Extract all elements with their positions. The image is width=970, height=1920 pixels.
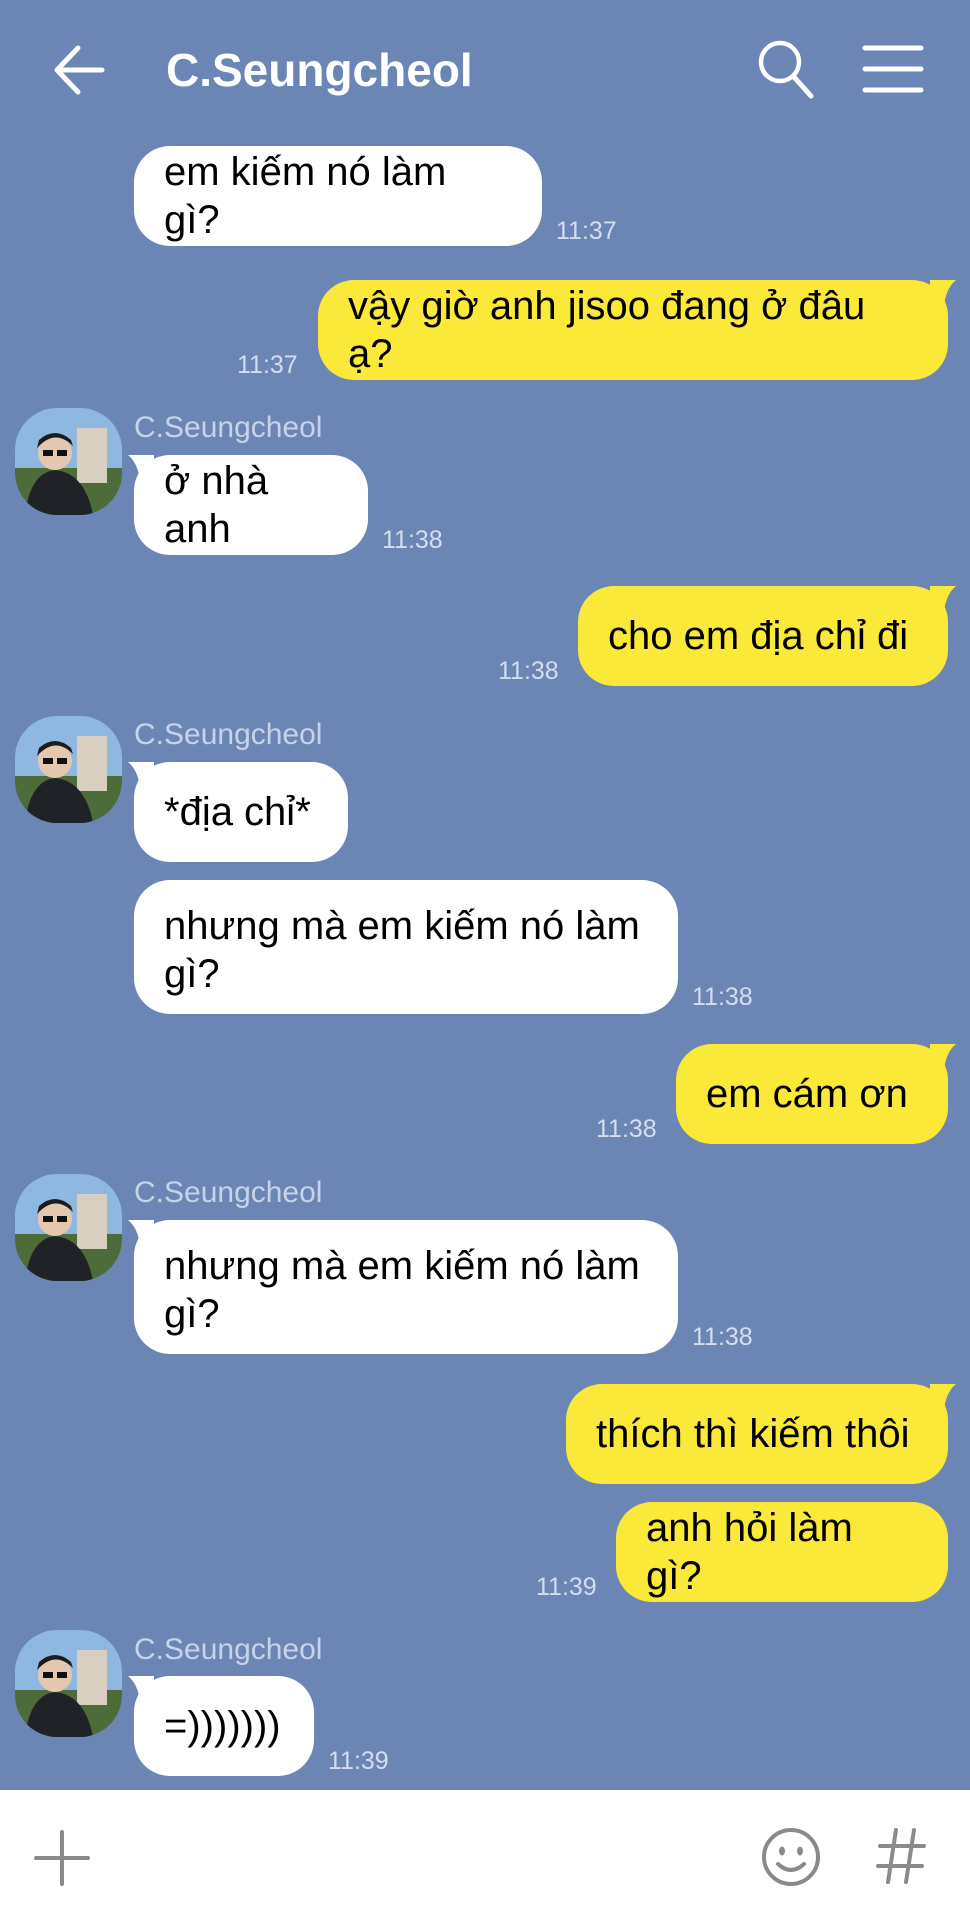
bubble-tail (930, 586, 956, 612)
message-bubble[interactable]: em cám ơn (676, 1044, 948, 1144)
message-time: 11:38 (498, 657, 559, 685)
message-bubble[interactable]: =))))))) (134, 1676, 314, 1776)
avatar[interactable] (15, 1630, 122, 1737)
avatar[interactable] (15, 1174, 122, 1281)
chat-title: C.Seungcheol (166, 44, 473, 96)
message-bubble[interactable]: ở nhà anh (134, 455, 368, 555)
message-bubble[interactable]: em kiếm nó làm gì? (134, 146, 542, 246)
hashtag-button[interactable] (876, 1826, 926, 1886)
bubble-tail (128, 762, 154, 788)
avatar[interactable] (15, 408, 122, 515)
message-bubble[interactable]: *địa chỉ* (134, 762, 348, 862)
search-icon (758, 40, 814, 99)
message-bubble[interactable]: cho em địa chỉ đi (578, 586, 948, 686)
bubble-tail (930, 1044, 956, 1070)
message-time: 11:38 (692, 983, 753, 1011)
message-bubble[interactable]: nhưng mà em kiếm nó làm gì? (134, 880, 678, 1014)
hamburger-menu-icon (862, 45, 924, 93)
bubble-tail (930, 1384, 956, 1410)
message-bubble[interactable]: thích thì kiếm thôi (566, 1384, 948, 1484)
avatar[interactable] (15, 716, 122, 823)
bubble-tail (128, 1220, 154, 1246)
emoji-button[interactable] (760, 1826, 822, 1888)
message-time: 11:38 (596, 1115, 657, 1143)
arrow-left-icon (54, 45, 105, 95)
emoji-icon (762, 1828, 820, 1886)
message-time: 11:39 (328, 1747, 389, 1775)
sender-name: C.Seungcheol (134, 718, 323, 751)
message-time: 11:37 (237, 351, 298, 379)
sender-name: C.Seungcheol (134, 411, 323, 444)
message-input-bar (0, 1790, 970, 1920)
hashtag-icon (876, 1828, 926, 1884)
message-time: 11:37 (556, 217, 617, 245)
sender-name: C.Seungcheol (134, 1633, 323, 1666)
bubble-tail (128, 1676, 154, 1702)
plus-icon (34, 1830, 90, 1886)
bubble-tail (128, 455, 154, 481)
menu-button[interactable] (862, 42, 924, 96)
message-time: 11:38 (382, 526, 443, 554)
search-button[interactable] (756, 38, 816, 100)
attach-button[interactable] (32, 1828, 92, 1888)
message-bubble[interactable]: vậy giờ anh jisoo đang ở đâu ạ? (318, 280, 948, 380)
message-time: 11:38 (692, 1323, 753, 1351)
chat-header: C.Seungcheol (0, 0, 970, 140)
message-bubble[interactable]: anh hỏi làm gì? (616, 1502, 948, 1602)
back-button[interactable] (50, 40, 110, 100)
message-bubble[interactable]: nhưng mà em kiếm nó làm gì? (134, 1220, 678, 1354)
message-time: 11:39 (536, 1573, 597, 1601)
bubble-tail (930, 280, 956, 306)
sender-name: C.Seungcheol (134, 1176, 323, 1209)
